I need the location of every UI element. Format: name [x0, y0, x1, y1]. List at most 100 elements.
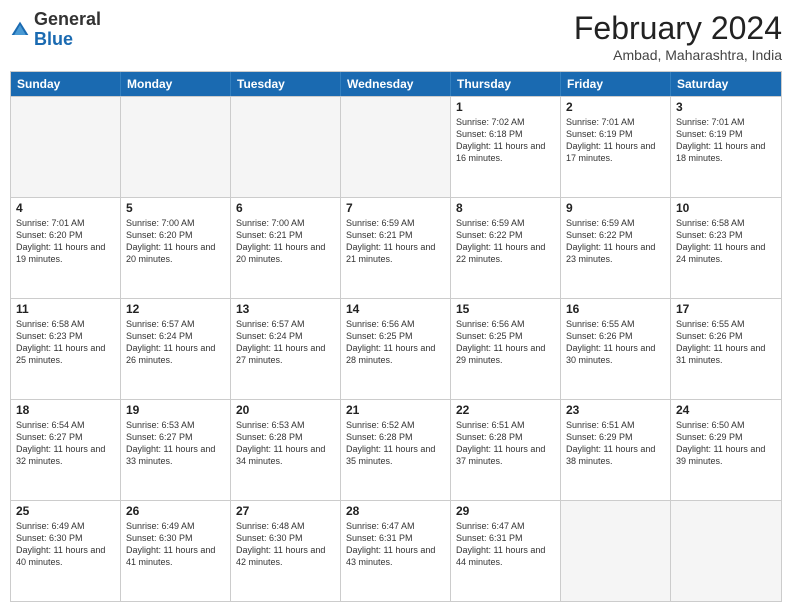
day-number: 27	[236, 504, 335, 518]
calendar-cell: 4Sunrise: 7:01 AM Sunset: 6:20 PM Daylig…	[11, 198, 121, 298]
calendar-cell: 7Sunrise: 6:59 AM Sunset: 6:21 PM Daylig…	[341, 198, 451, 298]
calendar-cell: 14Sunrise: 6:56 AM Sunset: 6:25 PM Dayli…	[341, 299, 451, 399]
calendar-cell: 8 Sunrise: 6:59 AM Sunset: 6:22 PM Daylig…	[451, 198, 561, 298]
day-info: Sunrise: 6:47 AM Sunset: 6:31 PM Dayligh…	[346, 520, 445, 569]
day-info: Sunrise: 6:56 AM Sunset: 6:25 PM Dayligh…	[346, 318, 445, 367]
day-number: 3	[676, 100, 776, 114]
day-info: Sunrise: 6:53 AM Sunset: 6:27 PM Dayligh…	[126, 419, 225, 468]
calendar-row: 4Sunrise: 7:01 AM Sunset: 6:20 PM Daylig…	[11, 197, 781, 298]
header: General Blue February 2024 Ambad, Mahara…	[10, 10, 782, 63]
weekday-header: Tuesday	[231, 72, 341, 96]
day-info: Sunrise: 6:53 AM Sunset: 6:28 PM Dayligh…	[236, 419, 335, 468]
calendar-cell: 2 Sunrise: 7:01 AM Sunset: 6:19 PM Daylig…	[561, 97, 671, 197]
day-number: 11	[16, 302, 115, 316]
day-number: 24	[676, 403, 776, 417]
calendar-row: 1 Sunrise: 7:02 AM Sunset: 6:18 PM Daylig…	[11, 96, 781, 197]
weekday-header: Wednesday	[341, 72, 451, 96]
day-number: 8	[456, 201, 555, 215]
day-number: 18	[16, 403, 115, 417]
day-info: Sunrise: 7:01 AM Sunset: 6:19 PM Dayligh…	[676, 116, 776, 165]
day-number: 10	[676, 201, 776, 215]
day-number: 29	[456, 504, 555, 518]
calendar-cell	[231, 97, 341, 197]
logo-icon	[10, 20, 30, 40]
day-info: Sunrise: 6:56 AM Sunset: 6:25 PM Dayligh…	[456, 318, 555, 367]
calendar-row: 25 Sunrise: 6:49 AM Sunset: 6:30 PM Dayli…	[11, 500, 781, 601]
calendar-cell: 27 Sunrise: 6:48 AM Sunset: 6:30 PM Dayli…	[231, 501, 341, 601]
day-number: 17	[676, 302, 776, 316]
day-number: 4	[16, 201, 115, 215]
day-number: 26	[126, 504, 225, 518]
page: General Blue February 2024 Ambad, Mahara…	[0, 0, 792, 612]
calendar-body: 1 Sunrise: 7:02 AM Sunset: 6:18 PM Daylig…	[11, 96, 781, 601]
day-info: Sunrise: 7:00 AM Sunset: 6:20 PM Dayligh…	[126, 217, 225, 266]
day-info: Sunrise: 6:59 AM Sunset: 6:22 PM Dayligh…	[566, 217, 665, 266]
calendar-cell: 10 Sunrise: 6:58 AM Sunset: 6:23 PM Dayli…	[671, 198, 781, 298]
calendar-cell: 1 Sunrise: 7:02 AM Sunset: 6:18 PM Daylig…	[451, 97, 561, 197]
day-info: Sunrise: 6:57 AM Sunset: 6:24 PM Dayligh…	[126, 318, 225, 367]
day-number: 22	[456, 403, 555, 417]
day-number: 7	[346, 201, 445, 215]
logo: General Blue	[10, 10, 101, 50]
calendar-cell: 13 Sunrise: 6:57 AM Sunset: 6:24 PM Dayli…	[231, 299, 341, 399]
calendar-cell: 29 Sunrise: 6:47 AM Sunset: 6:31 PM Dayli…	[451, 501, 561, 601]
day-info: Sunrise: 6:59 AM Sunset: 6:22 PM Dayligh…	[456, 217, 555, 266]
month-title: February 2024	[574, 10, 782, 47]
calendar-row: 18 Sunrise: 6:54 AM Sunset: 6:27 PM Dayli…	[11, 399, 781, 500]
day-number: 25	[16, 504, 115, 518]
calendar-cell: 22 Sunrise: 6:51 AM Sunset: 6:28 PM Dayli…	[451, 400, 561, 500]
location-subtitle: Ambad, Maharashtra, India	[574, 47, 782, 63]
day-info: Sunrise: 6:54 AM Sunset: 6:27 PM Dayligh…	[16, 419, 115, 468]
weekday-header: Sunday	[11, 72, 121, 96]
day-number: 15	[456, 302, 555, 316]
calendar-cell: 28Sunrise: 6:47 AM Sunset: 6:31 PM Dayli…	[341, 501, 451, 601]
day-info: Sunrise: 6:47 AM Sunset: 6:31 PM Dayligh…	[456, 520, 555, 569]
calendar-row: 11Sunrise: 6:58 AM Sunset: 6:23 PM Dayli…	[11, 298, 781, 399]
day-info: Sunrise: 6:48 AM Sunset: 6:30 PM Dayligh…	[236, 520, 335, 569]
day-info: Sunrise: 6:50 AM Sunset: 6:29 PM Dayligh…	[676, 419, 776, 468]
calendar-cell	[341, 97, 451, 197]
calendar-cell: 12 Sunrise: 6:57 AM Sunset: 6:24 PM Dayli…	[121, 299, 231, 399]
day-info: Sunrise: 7:01 AM Sunset: 6:19 PM Dayligh…	[566, 116, 665, 165]
calendar-cell: 15 Sunrise: 6:56 AM Sunset: 6:25 PM Dayli…	[451, 299, 561, 399]
calendar-cell: 11Sunrise: 6:58 AM Sunset: 6:23 PM Dayli…	[11, 299, 121, 399]
calendar-cell: 23Sunrise: 6:51 AM Sunset: 6:29 PM Dayli…	[561, 400, 671, 500]
calendar-cell: 26 Sunrise: 6:49 AM Sunset: 6:30 PM Dayli…	[121, 501, 231, 601]
day-number: 1	[456, 100, 555, 114]
calendar-cell: 9 Sunrise: 6:59 AM Sunset: 6:22 PM Daylig…	[561, 198, 671, 298]
calendar-cell: 18 Sunrise: 6:54 AM Sunset: 6:27 PM Dayli…	[11, 400, 121, 500]
day-info: Sunrise: 6:57 AM Sunset: 6:24 PM Dayligh…	[236, 318, 335, 367]
calendar-cell	[561, 501, 671, 601]
calendar-cell: 25 Sunrise: 6:49 AM Sunset: 6:30 PM Dayli…	[11, 501, 121, 601]
day-number: 21	[346, 403, 445, 417]
calendar-cell	[671, 501, 781, 601]
calendar-header-row: SundayMondayTuesdayWednesdayThursdayFrid…	[11, 72, 781, 96]
day-number: 13	[236, 302, 335, 316]
calendar-cell: 6Sunrise: 7:00 AM Sunset: 6:21 PM Daylig…	[231, 198, 341, 298]
weekday-header: Saturday	[671, 72, 781, 96]
day-number: 6	[236, 201, 335, 215]
calendar-cell: 21 Sunrise: 6:52 AM Sunset: 6:28 PM Dayli…	[341, 400, 451, 500]
day-info: Sunrise: 7:02 AM Sunset: 6:18 PM Dayligh…	[456, 116, 555, 165]
calendar-cell: 20 Sunrise: 6:53 AM Sunset: 6:28 PM Dayli…	[231, 400, 341, 500]
calendar-cell: 3 Sunrise: 7:01 AM Sunset: 6:19 PM Daylig…	[671, 97, 781, 197]
day-number: 19	[126, 403, 225, 417]
calendar: SundayMondayTuesdayWednesdayThursdayFrid…	[10, 71, 782, 602]
day-number: 20	[236, 403, 335, 417]
day-number: 9	[566, 201, 665, 215]
weekday-header: Thursday	[451, 72, 561, 96]
day-info: Sunrise: 6:55 AM Sunset: 6:26 PM Dayligh…	[676, 318, 776, 367]
day-number: 16	[566, 302, 665, 316]
day-info: Sunrise: 6:49 AM Sunset: 6:30 PM Dayligh…	[126, 520, 225, 569]
day-info: Sunrise: 6:55 AM Sunset: 6:26 PM Dayligh…	[566, 318, 665, 367]
day-info: Sunrise: 6:51 AM Sunset: 6:28 PM Dayligh…	[456, 419, 555, 468]
day-number: 2	[566, 100, 665, 114]
day-info: Sunrise: 6:52 AM Sunset: 6:28 PM Dayligh…	[346, 419, 445, 468]
calendar-cell	[121, 97, 231, 197]
day-info: Sunrise: 6:49 AM Sunset: 6:30 PM Dayligh…	[16, 520, 115, 569]
day-info: Sunrise: 6:58 AM Sunset: 6:23 PM Dayligh…	[676, 217, 776, 266]
logo-text: General Blue	[34, 10, 101, 50]
day-number: 12	[126, 302, 225, 316]
day-number: 23	[566, 403, 665, 417]
calendar-cell: 19 Sunrise: 6:53 AM Sunset: 6:27 PM Dayli…	[121, 400, 231, 500]
